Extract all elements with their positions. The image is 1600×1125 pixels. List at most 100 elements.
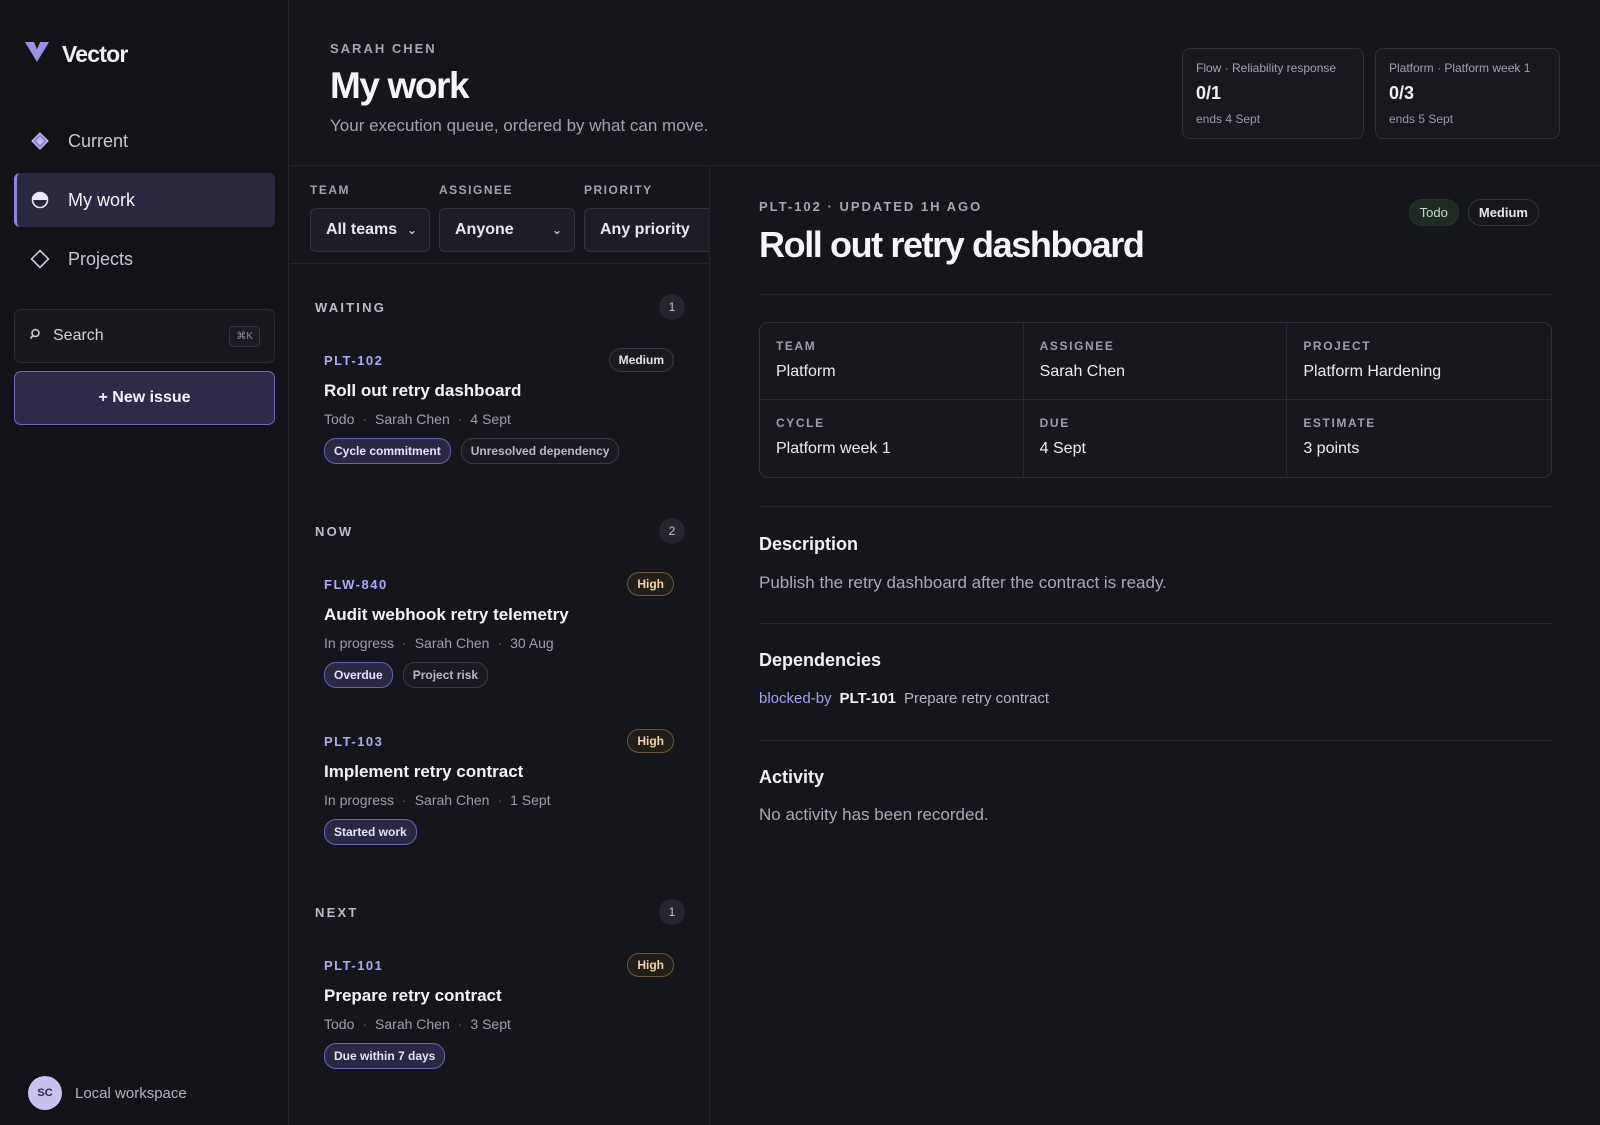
page-kicker: SARAH CHEN <box>330 41 437 56</box>
search-input[interactable]: Search ⌘K <box>14 309 275 363</box>
page-title: My work <box>330 65 470 106</box>
page-subtitle: Your execution queue, ordered by what ca… <box>330 116 709 135</box>
workspace-switcher[interactable]: SC Local workspace <box>28 1076 187 1110</box>
group-label: WAITING <box>315 299 387 315</box>
divider <box>759 294 1552 295</box>
brand[interactable]: Vector <box>24 40 128 69</box>
property-label: ESTIMATE <box>1303 416 1376 430</box>
properties-grid: TEAM Platform ASSIGNEE Sarah Chen PROJEC… <box>759 322 1552 478</box>
vector-logo-icon <box>24 40 50 69</box>
filter-label: ASSIGNEE <box>439 183 514 197</box>
half-circle-icon <box>30 190 50 210</box>
cycle-card-ends: ends 4 Sept <box>1196 112 1261 126</box>
sidebar-item-label: Current <box>68 130 129 151</box>
property-team[interactable]: TEAM Platform <box>760 323 1024 400</box>
chevron-down-icon: ⌄ <box>551 223 562 237</box>
dependency-id[interactable]: PLT-101 <box>840 690 896 707</box>
team-filter: TEAM All teams ⌄ <box>310 183 430 252</box>
group-label: NEXT <box>315 904 359 920</box>
filter-label: PRIORITY <box>584 183 653 197</box>
property-value: Platform <box>776 363 836 380</box>
tag-started-work: Started work <box>324 819 417 845</box>
priority-badge[interactable]: Medium <box>1467 199 1539 226</box>
issue-card[interactable]: PLT-102 Medium Roll out retry dashboard … <box>324 347 674 464</box>
diamond-filled-icon <box>30 131 50 151</box>
filter-bar: TEAM All teams ⌄ ASSIGNEE Anyone ⌄ PRIOR… <box>310 183 709 263</box>
group-label: NOW <box>315 523 354 539</box>
select-value: Any priority <box>600 221 690 238</box>
property-label: DUE <box>1039 416 1070 430</box>
description-heading: Description <box>759 534 859 554</box>
search-shortcut: ⌘K <box>229 325 260 347</box>
property-due[interactable]: DUE 4 Sept <box>1024 400 1288 477</box>
priority-select[interactable]: Any priority ⌄ <box>584 208 709 252</box>
issue-meta: In progress · Sarah Chen · 30 Aug <box>324 635 554 651</box>
activity-text: No activity has been recorded. <box>759 805 989 824</box>
cycle-card-progress: 0/3 <box>1389 83 1415 103</box>
cycle-card-flow[interactable]: Flow · Reliability response 0/1 ends 4 S… <box>1182 48 1364 139</box>
avatar: SC <box>28 1076 62 1110</box>
sidebar-item-label: My work <box>68 189 135 210</box>
property-label: CYCLE <box>776 416 825 430</box>
property-assignee[interactable]: ASSIGNEE Sarah Chen <box>1023 323 1288 400</box>
activity-heading: Activity <box>759 767 825 787</box>
priority-filter: PRIORITY Any priority ⌄ <box>584 183 709 252</box>
sidebar-item-label: Projects <box>68 248 134 269</box>
cycle-card-label: Platform · Platform week 1 <box>1389 61 1531 75</box>
property-cycle[interactable]: CYCLE Platform week 1 <box>760 400 1024 477</box>
group-count: 1 <box>659 294 685 320</box>
assignee-select[interactable]: Anyone ⌄ <box>439 208 575 252</box>
issue-status: In progress <box>324 792 395 808</box>
property-estimate[interactable]: ESTIMATE 3 points <box>1287 400 1551 477</box>
cycle-card-ends: ends 5 Sept <box>1389 112 1454 126</box>
dependency-relation: blocked-by <box>759 690 832 707</box>
detail-badges: Todo Medium <box>1408 199 1539 226</box>
issue-meta: Todo · Sarah Chen · 3 Sept <box>324 1016 511 1032</box>
sidebar-item-current[interactable]: Current <box>14 114 275 168</box>
group-header-waiting: WAITING 1 <box>315 293 685 321</box>
description-text: Publish the retry dashboard after the co… <box>759 573 1167 592</box>
issue-meta: Todo · Sarah Chen · 4 Sept <box>324 411 511 427</box>
assignee-filter: ASSIGNEE Anyone ⌄ <box>439 183 575 252</box>
divider <box>290 263 709 264</box>
issue-assignee: Sarah Chen <box>414 792 490 808</box>
issue-due: 30 Aug <box>510 635 554 651</box>
property-value: 4 Sept <box>1039 440 1086 457</box>
issue-card[interactable]: PLT-103 High Implement retry contract In… <box>324 728 674 845</box>
property-value: Platform Hardening <box>1303 363 1442 380</box>
group-header-now: NOW 2 <box>315 517 685 545</box>
property-value: Sarah Chen <box>1039 363 1126 380</box>
dependency-title: Prepare retry contract <box>903 690 1050 707</box>
property-value: Platform week 1 <box>776 440 891 457</box>
issue-assignee: Sarah Chen <box>375 411 450 427</box>
search-icon <box>29 327 41 345</box>
new-issue-button[interactable]: + New issue <box>14 371 275 425</box>
priority-badge: High <box>627 953 674 977</box>
property-value: 3 points <box>1303 440 1360 457</box>
detail-title: Roll out retry dashboard <box>759 224 1145 265</box>
status-badge[interactable]: Todo <box>1408 199 1459 226</box>
issue-due: 3 Sept <box>470 1016 511 1032</box>
sidebar: Vector Current My work Projects Search ⌘… <box>0 0 289 1125</box>
sidebar-item-projects[interactable]: Projects <box>14 232 275 286</box>
issue-card[interactable]: PLT-101 High Prepare retry contract Todo… <box>324 952 674 1069</box>
tag-overdue: Overdue <box>324 662 393 688</box>
issue-title: Implement retry contract <box>324 762 524 781</box>
issue-card[interactable]: FLW-840 High Audit webhook retry telemet… <box>324 571 674 688</box>
issue-assignee: Sarah Chen <box>375 1016 450 1032</box>
cycle-card-platform[interactable]: Platform · Platform week 1 0/3 ends 5 Se… <box>1375 48 1560 139</box>
issue-title: Roll out retry dashboard <box>324 381 522 400</box>
team-select[interactable]: All teams ⌄ <box>310 208 430 252</box>
property-project[interactable]: PROJECT Platform Hardening <box>1287 323 1551 400</box>
tag-unresolved-dependency: Unresolved dependency <box>460 438 620 464</box>
dependency-row[interactable]: blocked-by PLT-101 Prepare retry contrac… <box>759 690 1049 707</box>
workspace-label: Local workspace <box>75 1084 187 1102</box>
divider <box>759 740 1552 741</box>
tag-project-risk: Project risk <box>402 662 489 688</box>
issue-status: Todo <box>324 1016 355 1032</box>
issue-meta: In progress · Sarah Chen · 1 Sept <box>324 792 551 808</box>
issue-id: PLT-102 <box>324 352 384 368</box>
issue-id: PLT-101 <box>324 957 384 973</box>
sidebar-item-my-work[interactable]: My work <box>14 173 275 227</box>
property-label: TEAM <box>776 339 817 353</box>
